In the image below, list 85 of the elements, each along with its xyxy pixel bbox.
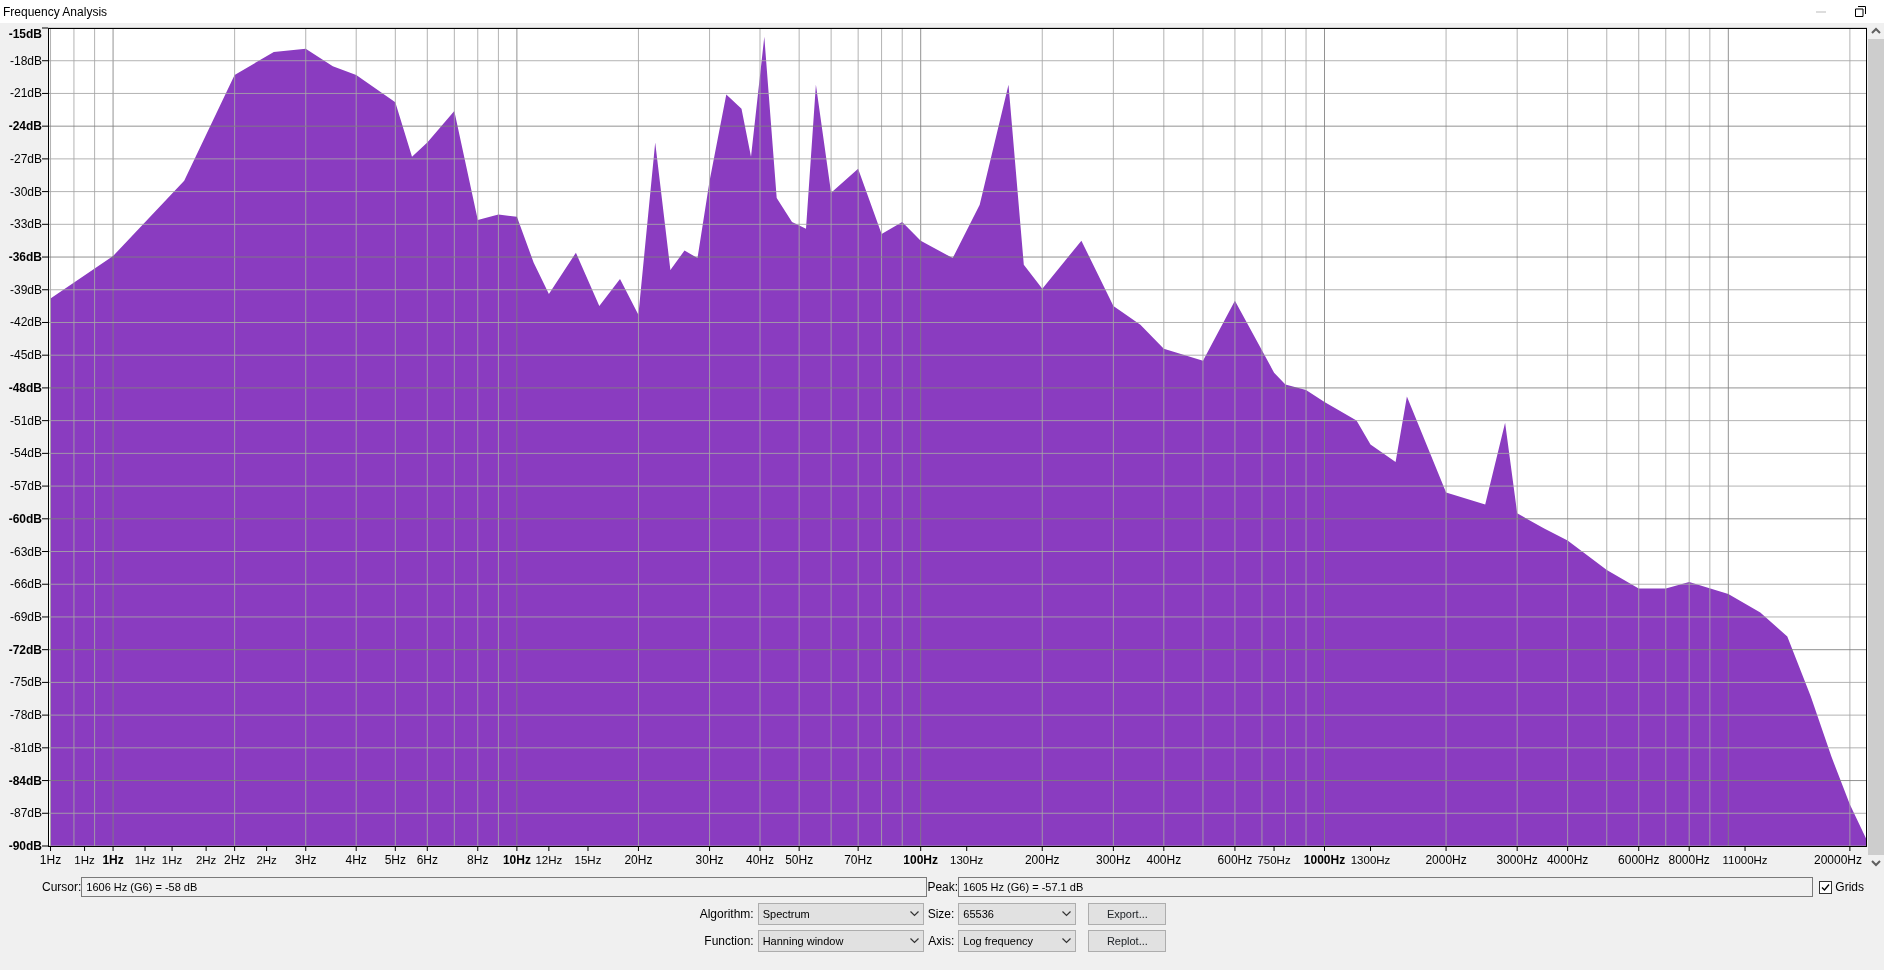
x-axis-label: 30Hz — [695, 853, 724, 867]
y-axis-label: -27dB — [9, 151, 42, 166]
x-axis-label: 10Hz — [502, 853, 531, 867]
x-axis-label: 300Hz — [1096, 853, 1131, 867]
x-axis-label: 20000Hz — [1814, 853, 1862, 867]
peak-label: Peak: — [927, 879, 959, 896]
dropdown[interactable]: Hanning window — [757, 930, 924, 952]
x-axis-label: 2Hz — [256, 854, 277, 866]
y-axis-label: -78dB — [9, 708, 42, 723]
setting-label: Algorithm: — [699, 906, 754, 923]
x-axis-label: 750Hz — [1257, 854, 1291, 866]
y-axis-label: -72dB — [8, 642, 42, 657]
y-axis-label: -84dB — [8, 773, 42, 788]
x-axis-label: 100Hz — [903, 853, 939, 867]
x-axis-label: 4Hz — [345, 853, 367, 867]
x-axis-label: 2Hz — [223, 853, 246, 867]
x-axis-label: 8Hz — [467, 853, 489, 867]
y-axis-label: -48dB — [8, 380, 42, 395]
y-axis-label: -33dB — [9, 217, 42, 232]
x-axis-label: 12Hz — [535, 854, 563, 866]
y-axis-label: -87dB — [9, 806, 42, 821]
y-axis-label: -24dB — [8, 119, 42, 134]
y-axis-label: -51dB — [9, 413, 42, 428]
y-axis-label: -69dB — [9, 609, 42, 624]
caret-icon — [909, 938, 919, 944]
x-axis-label: 15Hz — [574, 854, 602, 866]
y-axis-label: -45dB — [9, 348, 42, 363]
y-axis-label: -18dB — [9, 53, 42, 68]
y-axis-label: -66dB — [9, 577, 42, 592]
y-axis-label: -21dB — [9, 86, 42, 101]
setting-label: Axis: — [927, 933, 955, 950]
caret-icon — [1062, 938, 1072, 944]
y-axis-label: -90dB — [8, 839, 42, 853]
x-axis-label: 1Hz — [74, 854, 95, 866]
x-axis-label: 1300Hz — [1350, 854, 1391, 866]
caret-icon — [909, 911, 919, 917]
x-axis-label: 400Hz — [1146, 853, 1182, 867]
x-axis-label: 2000Hz — [1425, 853, 1467, 867]
x-axis-label: 6000Hz — [1618, 853, 1660, 867]
y-axis-label: -30dB — [9, 184, 42, 199]
restore-icon[interactable] — [1855, 6, 1866, 17]
x-axis-label: 1Hz — [134, 854, 156, 866]
grids-checkbox[interactable] — [1819, 880, 1833, 894]
setting-label: Function: — [703, 933, 754, 950]
dropdown[interactable]: Spectrum — [757, 903, 924, 925]
action-button[interactable]: Export... — [1088, 903, 1167, 925]
x-axis-label: 1000Hz — [1303, 853, 1346, 867]
setting-label: Size: — [927, 906, 955, 923]
peak-field[interactable]: 1605 Hz (G6) = -57.1 dB — [958, 877, 1814, 897]
y-axis-label: -39dB — [9, 282, 42, 297]
x-axis-label: 8000Hz — [1668, 853, 1710, 867]
y-axis-label: -54dB — [9, 446, 42, 461]
window-title: Frequency Analysis — [2, 3, 109, 21]
x-axis-label: 6Hz — [416, 853, 438, 867]
y-axis-label: -81dB — [9, 740, 42, 755]
x-axis-label: 20Hz — [624, 853, 653, 867]
x-axis-label: 1Hz — [161, 854, 183, 866]
action-button[interactable]: Replot... — [1088, 930, 1167, 952]
x-axis-label: 200Hz — [1024, 853, 1060, 867]
dropdown[interactable]: Log frequency — [958, 930, 1077, 952]
grids-label: Grids — [1835, 879, 1864, 896]
y-axis-label: -63dB — [9, 544, 42, 559]
x-axis-label: 3000Hz — [1496, 853, 1538, 867]
x-axis-label: 4000Hz — [1546, 853, 1589, 867]
cursor-field[interactable]: 1606 Hz (G6) = -58 dB — [81, 877, 928, 897]
dropdown[interactable]: 65536 — [958, 903, 1077, 925]
y-axis-label: -57dB — [9, 479, 42, 494]
x-axis-label: 5Hz — [384, 853, 406, 867]
x-axis-label: 600Hz — [1217, 853, 1253, 867]
x-axis-label: 1Hz — [102, 853, 124, 867]
x-axis-label: 50Hz — [785, 853, 814, 867]
x-axis-label: 70Hz — [844, 853, 873, 867]
x-axis-label: 1Hz — [39, 853, 62, 867]
y-axis-label: -60dB — [8, 511, 42, 526]
y-axis-label: -42dB — [9, 315, 42, 330]
y-axis-label: -15dB — [8, 27, 42, 41]
x-axis-label: 2Hz — [195, 854, 217, 866]
cursor-label: Cursor: — [42, 879, 82, 896]
y-axis-label: -36dB — [8, 250, 42, 265]
x-axis-label: 130Hz — [950, 854, 984, 866]
x-axis-label: 40Hz — [746, 853, 774, 867]
x-axis-label: 3Hz — [295, 853, 317, 867]
y-axis-label: -75dB — [9, 675, 42, 690]
x-axis-label: 11000Hz — [1722, 854, 1768, 866]
caret-icon — [1062, 911, 1072, 917]
